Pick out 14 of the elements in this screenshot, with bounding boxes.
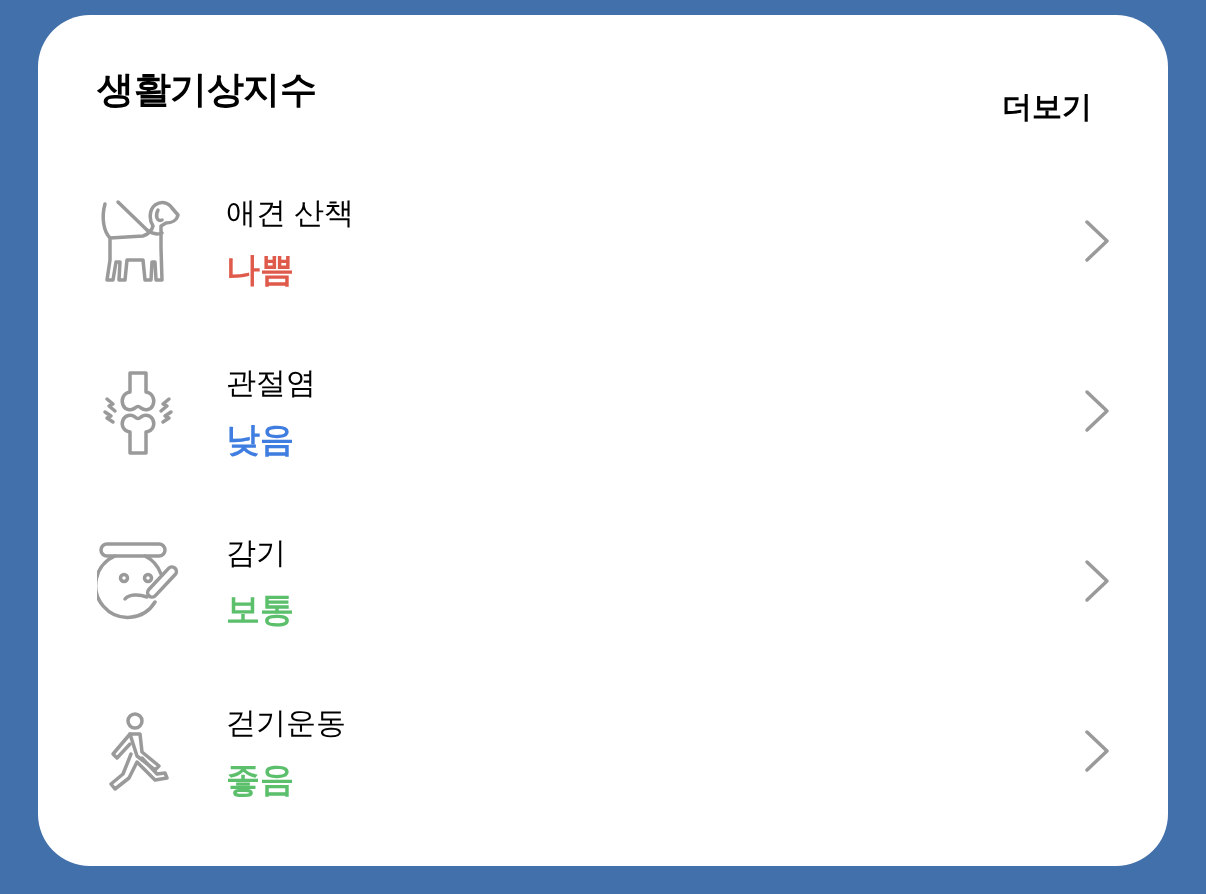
card-title: 생활기상지수	[97, 68, 316, 112]
index-value: 나쁨	[226, 249, 294, 289]
index-label: 걷기운동	[226, 705, 346, 741]
index-label: 감기	[226, 535, 286, 571]
more-link[interactable]: 더보기	[1002, 89, 1092, 125]
index-label: 애견 산책	[226, 195, 355, 231]
index-label: 관절염	[226, 365, 316, 401]
index-value: 좋음	[226, 759, 294, 799]
chevron-right-icon[interactable]	[1084, 389, 1110, 433]
chevron-right-icon[interactable]	[1084, 729, 1110, 773]
chevron-right-icon[interactable]	[1084, 219, 1110, 263]
index-value: 낮음	[226, 419, 294, 459]
index-value: 보통	[226, 589, 294, 629]
chevron-right-icon[interactable]	[1084, 559, 1110, 603]
